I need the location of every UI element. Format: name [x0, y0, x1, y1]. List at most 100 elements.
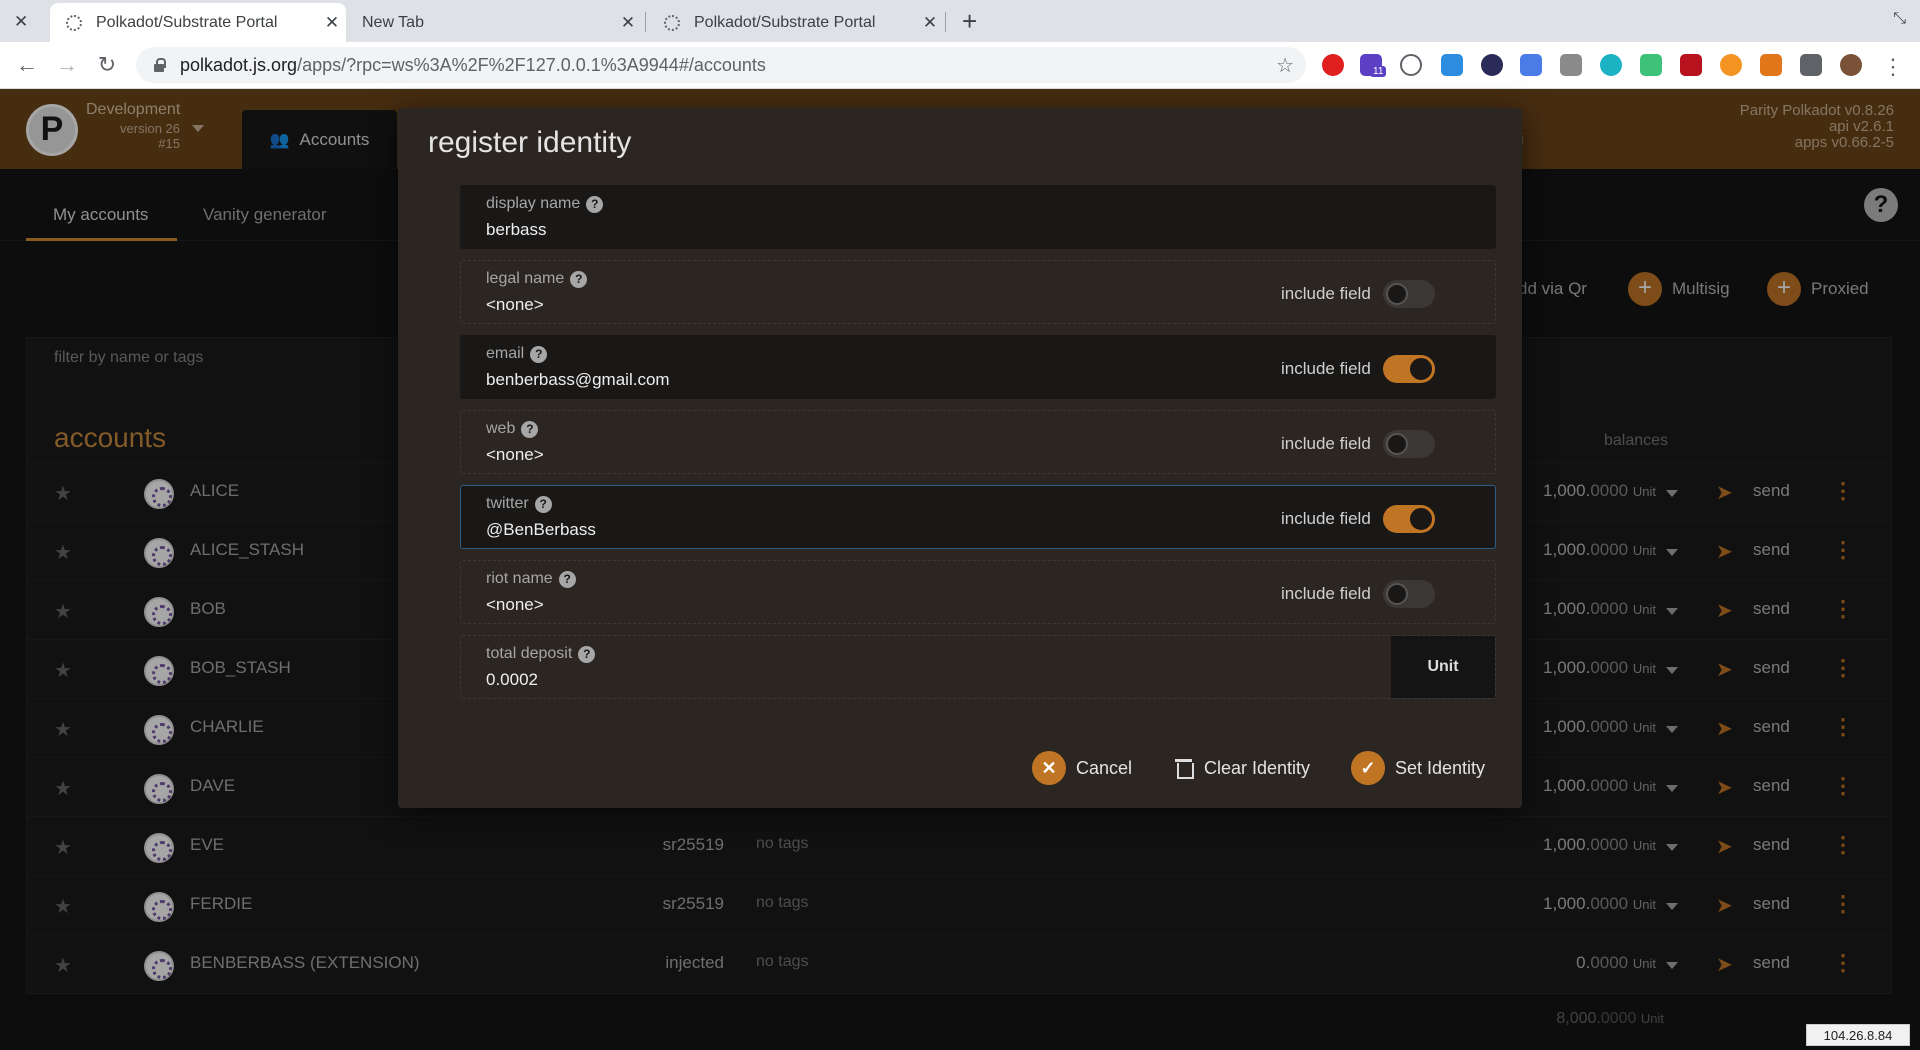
riot-name-field[interactable]: riot name? <none> include field [460, 560, 1496, 624]
field-label: web? [486, 420, 539, 438]
label-text: display name [486, 195, 581, 212]
tab-close-icon[interactable]: ✕ [614, 13, 642, 33]
square-extension-icon[interactable] [1560, 54, 1582, 76]
url-host: polkadot.js.org [180, 54, 298, 75]
email-field[interactable]: email? benberbass@gmail.com include fiel… [460, 335, 1496, 399]
field-value: benberbass@gmail.com [486, 370, 670, 389]
label-text: web [486, 420, 516, 437]
field-label: riot name? [486, 570, 576, 588]
ip-address-tooltip: 104.26.8.84 [1806, 1024, 1910, 1046]
help-icon[interactable]: ? [558, 570, 576, 588]
include-riot-name-toggle[interactable] [1383, 580, 1435, 608]
deposit-unit: Unit [1391, 636, 1495, 698]
field-value: <none> [486, 295, 544, 314]
reload-icon[interactable]: ↻ [92, 50, 122, 80]
browser-tab-2[interactable]: New Tab ✕ [346, 3, 642, 42]
toggle-knob [1386, 433, 1408, 455]
folder-extension-icon[interactable] [1441, 54, 1463, 76]
include-field-label: include field [1281, 584, 1371, 603]
modal-title: register identity [428, 126, 632, 159]
display-name-field[interactable]: display name? berbass [460, 185, 1496, 249]
label-text: email [486, 345, 525, 362]
include-web-toggle[interactable] [1383, 430, 1435, 458]
button-label: Cancel [1076, 757, 1133, 778]
minimize-window-icon[interactable]: ⤡ [1893, 10, 1906, 28]
puzzle-extensions-icon[interactable] [1800, 54, 1822, 76]
polkadot-favicon-icon [66, 14, 82, 31]
profile-avatar[interactable] [1840, 54, 1862, 76]
tab-divider [645, 12, 646, 32]
back-arrow-icon[interactable]: ← [12, 50, 42, 80]
browser-tab-strip: ✕ Polkadot/Substrate Portal ✕ New Tab ✕ … [0, 0, 1920, 42]
building-extension-icon[interactable] [1680, 54, 1702, 76]
help-icon[interactable]: ? [570, 270, 588, 288]
url-path: /apps/?rpc=ws%3A%2F%2F127.0.0.1%3A9944#/… [297, 54, 766, 75]
face-extension-icon[interactable] [1640, 54, 1662, 76]
label-text: legal name [486, 270, 565, 287]
include-email-toggle[interactable] [1383, 355, 1435, 383]
opera-extension-icon[interactable] [1322, 54, 1344, 76]
check-icon: ✓ [1351, 751, 1385, 785]
field-value: <none> [486, 445, 544, 464]
field-label: twitter? [486, 495, 552, 513]
recycle-extension-icon[interactable] [1400, 54, 1422, 76]
tab-close-icon[interactable]: ✕ [916, 13, 944, 33]
toggle-knob [1410, 508, 1432, 530]
address-bar[interactable]: polkadot.js.org /apps/?rpc=ws%3A%2F%2F12… [136, 47, 1306, 83]
new-tab-plus-icon[interactable]: + [962, 6, 977, 37]
browser-tab-3[interactable]: Polkadot/Substrate Portal ✕ [648, 3, 944, 42]
metamask-fox-icon[interactable] [1760, 54, 1782, 76]
help-icon[interactable]: ? [521, 420, 539, 438]
label-text: total deposit [486, 645, 573, 662]
browser-tab-1[interactable]: Polkadot/Substrate Portal ✕ [50, 3, 346, 42]
help-icon[interactable]: ? [578, 645, 596, 663]
legal-name-field[interactable]: legal name? <none> include field [460, 260, 1496, 324]
toggle-knob [1386, 283, 1408, 305]
include-field-label: include field [1281, 284, 1371, 303]
extension-badge: 11 [1370, 66, 1387, 77]
label-text: twitter [486, 495, 529, 512]
field-label: email? [486, 345, 548, 363]
toggle-knob [1410, 358, 1432, 380]
tab-title: Polkadot/Substrate Portal [96, 13, 278, 31]
total-deposit-field: total deposit? 0.0002 Unit [460, 635, 1496, 699]
twitter-field[interactable]: twitter? @BenBerbass include field [460, 485, 1496, 549]
deposit-value: 0.0002 [486, 670, 538, 689]
field-value: <none> [486, 595, 544, 614]
web-field[interactable]: web? <none> include field [460, 410, 1496, 474]
include-field-label: include field [1281, 434, 1371, 453]
translate-extension-icon[interactable] [1520, 54, 1542, 76]
field-value: berbass [486, 220, 547, 239]
label-text: riot name [486, 570, 553, 587]
help-icon[interactable]: ? [586, 195, 604, 213]
include-field-label: include field [1281, 509, 1371, 528]
set-identity-button[interactable]: ✓ Set Identity [1351, 750, 1485, 786]
tab-title: Polkadot/Substrate Portal [694, 13, 876, 31]
field-label: total deposit? [486, 645, 596, 663]
browser-menu-icon[interactable]: ⋮ [1882, 54, 1904, 80]
lock-icon [152, 58, 166, 72]
close-window-icon[interactable]: ✕ [14, 12, 28, 32]
field-value: @BenBerbass [486, 520, 596, 539]
include-twitter-toggle[interactable] [1383, 505, 1435, 533]
include-field-label: include field [1281, 359, 1371, 378]
include-legal-name-toggle[interactable] [1383, 280, 1435, 308]
button-label: Clear Identity [1204, 757, 1311, 778]
p-extension-icon[interactable] [1720, 54, 1742, 76]
field-label: display name? [486, 195, 604, 213]
forward-arrow-icon[interactable]: → [52, 50, 82, 80]
field-label: legal name? [486, 270, 588, 288]
cancel-button[interactable]: ✕ Cancel [1032, 750, 1132, 786]
help-icon[interactable]: ? [534, 495, 552, 513]
toggle-knob [1386, 583, 1408, 605]
close-icon: ✕ [1032, 751, 1066, 785]
help-icon[interactable]: ? [530, 345, 548, 363]
button-label: Set Identity [1395, 757, 1486, 778]
m-extension-icon[interactable] [1600, 54, 1622, 76]
bookmark-star-icon[interactable]: ☆ [1276, 53, 1294, 78]
clear-identity-button[interactable]: Clear Identity [1174, 750, 1310, 786]
tab-title: New Tab [362, 13, 424, 31]
browser-toolbar: ← → ↻ polkadot.js.org /apps/?rpc=ws%3A%2… [0, 42, 1920, 89]
tab-close-icon[interactable]: ✕ [318, 13, 346, 33]
spy-extension-icon[interactable] [1481, 54, 1503, 76]
